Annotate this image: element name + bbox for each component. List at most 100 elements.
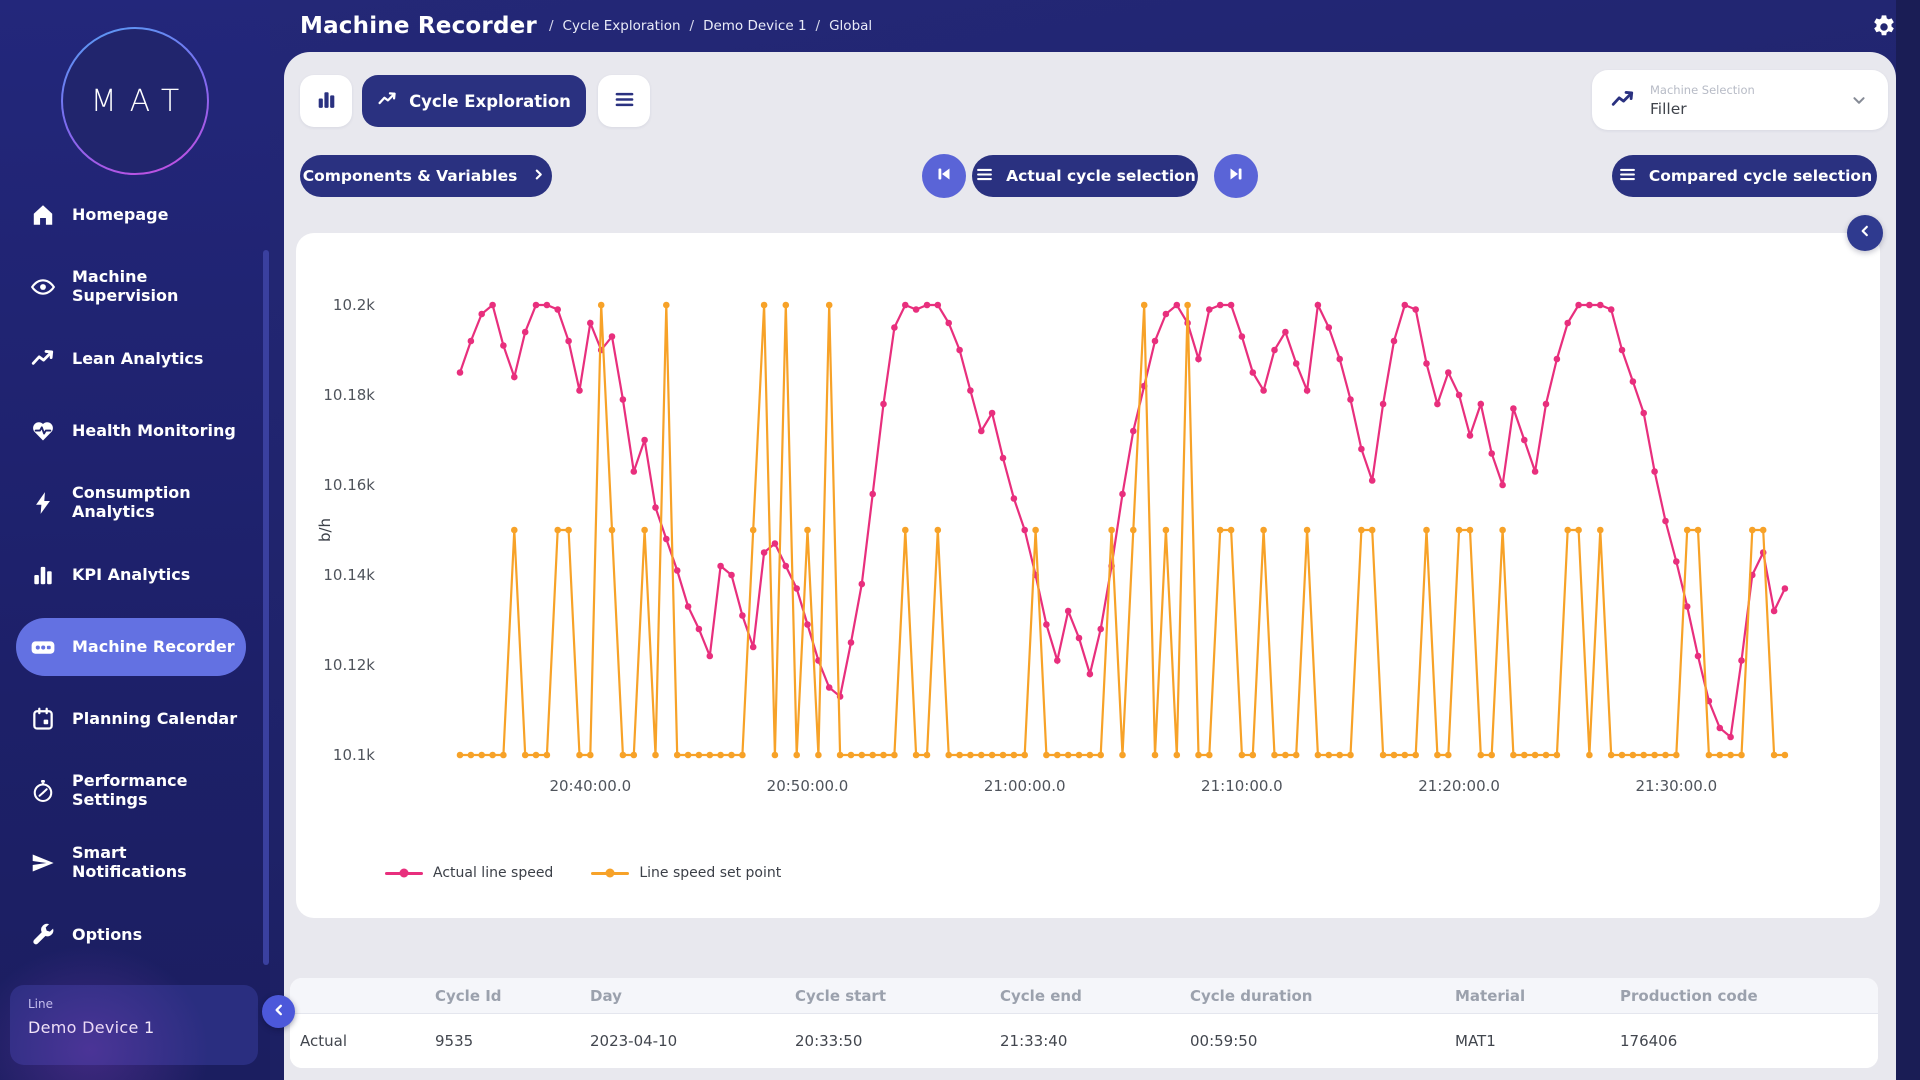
table-header-row: Cycle IdDayCycle startCycle endCycle dur… [290, 978, 1878, 1014]
cycle-line-chart: 10.2k10.18k10.16k10.14k10.12k10.1k20:40:… [316, 263, 1836, 843]
chevron-left-icon [269, 1000, 289, 1024]
sidebar-item-lean-analytics[interactable]: Lean Analytics [16, 323, 246, 395]
table-header-cell: Cycle duration [1190, 987, 1455, 1005]
table-header-cell: Production code [1620, 987, 1868, 1005]
header-bar: Machine Recorder / Cycle Exploration / D… [300, 0, 872, 52]
trend-line-icon [1610, 87, 1636, 113]
hamburger-icon [974, 164, 995, 189]
svg-text:21:30:00.0: 21:30:00.0 [1635, 777, 1717, 795]
heart-icon [30, 418, 56, 444]
trend-line-icon [377, 89, 398, 114]
breadcrumb-item[interactable]: Cycle Exploration [563, 18, 681, 34]
stopwatch-icon [30, 778, 56, 804]
sidebar-item-machine-supervision[interactable]: Machine Supervision [16, 251, 246, 323]
actual-cycle-selection-label: Actual cycle selection [1006, 167, 1196, 185]
cycle-table: Cycle IdDayCycle startCycle endCycle dur… [290, 978, 1878, 1068]
chevron-left-icon [1855, 221, 1875, 245]
chart-panel: 10.2k10.18k10.16k10.14k10.12k10.1k20:40:… [296, 233, 1880, 918]
cycle-exploration-label: Cycle Exploration [409, 92, 571, 111]
skip-next-icon [1224, 162, 1248, 190]
chart-legend: Actual line speed Line speed set point [385, 865, 781, 881]
sidebar-item-health-monitoring[interactable]: Health Monitoring [16, 395, 246, 467]
sidebar-item-options[interactable]: Options [16, 899, 246, 971]
app-logo: MAT [61, 27, 209, 175]
calendar-icon [30, 706, 56, 732]
sidebar-item-machine-recorder[interactable]: Machine Recorder [16, 618, 246, 676]
settings-gear-icon[interactable] [1870, 13, 1898, 41]
hamburger-icon [1617, 164, 1638, 189]
wrench-icon [30, 922, 56, 948]
components-variables-button[interactable]: Components & Variables [300, 155, 552, 197]
cycle-exploration-tab[interactable]: Cycle Exploration [362, 75, 586, 127]
table-header-cell: Cycle end [1000, 987, 1190, 1005]
line-panel[interactable]: Line Demo Device 1 [10, 985, 258, 1065]
components-variables-label: Components & Variables [303, 167, 518, 185]
svg-text:10.16k: 10.16k [323, 476, 375, 494]
machine-selection-select[interactable]: Machine Selection Filler [1592, 70, 1888, 130]
next-cycle-button[interactable] [1214, 154, 1258, 198]
sidebar-item-performance-settings[interactable]: Performance Settings [16, 755, 246, 827]
sidebar-item-kpi-analytics[interactable]: KPI Analytics [16, 539, 246, 611]
legend-swatch [591, 872, 629, 875]
send-icon [30, 850, 56, 876]
breadcrumb-separator: / [549, 18, 554, 34]
chart-collapse-button[interactable] [1847, 215, 1883, 251]
series-line-speed-set-point [460, 305, 1785, 755]
bar-chart-view-button[interactable] [300, 75, 352, 127]
svg-text:b/h: b/h [316, 518, 334, 542]
sidebar-collapse-button[interactable] [262, 995, 295, 1028]
table-row-label: Actual [300, 1032, 435, 1050]
svg-text:20:50:00.0: 20:50:00.0 [767, 777, 849, 795]
breadcrumb: / Cycle Exploration / Demo Device 1 / Gl… [549, 18, 872, 34]
table-cell: 9535 [435, 1032, 590, 1050]
machine-selection-value: Filler [1650, 100, 1755, 118]
sidebar: MAT HomepageMachine SupervisionLean Anal… [0, 0, 270, 1080]
table-cell: 176406 [1620, 1032, 1868, 1050]
svg-text:21:20:00.0: 21:20:00.0 [1418, 777, 1500, 795]
table-cell: MAT1 [1455, 1032, 1620, 1050]
compared-cycle-selection-button[interactable]: Compared cycle selection [1612, 155, 1877, 197]
machine-selection-texts: Machine Selection Filler [1650, 83, 1755, 118]
sidebar-scrollbar[interactable] [263, 250, 269, 965]
svg-text:10.14k: 10.14k [323, 566, 375, 584]
sidebar-item-consumption-analytics[interactable]: Consumption Analytics [16, 467, 246, 539]
previous-cycle-button[interactable] [922, 154, 966, 198]
svg-text:20:40:00.0: 20:40:00.0 [549, 777, 631, 795]
line-panel-value: Demo Device 1 [28, 1018, 240, 1037]
breadcrumb-item[interactable]: Global [829, 18, 872, 34]
view-menu-button[interactable] [598, 75, 650, 127]
hamburger-icon [612, 87, 637, 116]
table-cell: 00:59:50 [1190, 1032, 1455, 1050]
svg-text:10.12k: 10.12k [323, 656, 375, 674]
line-panel-label: Line [28, 997, 240, 1011]
sidebar-item-homepage[interactable]: Homepage [16, 179, 246, 251]
trend-icon [30, 346, 56, 372]
recorder-icon [30, 634, 56, 660]
chevron-right-icon [528, 164, 549, 189]
breadcrumb-separator: / [816, 18, 821, 34]
legend-swatch [385, 872, 423, 875]
table-cell: 21:33:40 [1000, 1032, 1190, 1050]
sidebar-item-smart-notifications[interactable]: Smart Notifications [16, 827, 246, 899]
legend-item-actual-line-speed[interactable]: Actual line speed [385, 865, 553, 881]
table-header-cell: Cycle Id [435, 987, 590, 1005]
sidebar-nav: HomepageMachine SupervisionLean Analytic… [0, 179, 270, 971]
table-cell: 2023-04-10 [590, 1032, 795, 1050]
sidebar-item-planning-calendar[interactable]: Planning Calendar [16, 683, 246, 755]
bolt-icon [30, 490, 56, 516]
breadcrumb-item[interactable]: Demo Device 1 [703, 18, 806, 34]
table-header-cell: Day [590, 987, 795, 1005]
svg-text:10.2k: 10.2k [333, 296, 375, 314]
table-cell: 20:33:50 [795, 1032, 1000, 1050]
table-row[interactable]: Actual95352023-04-1020:33:5021:33:4000:5… [290, 1014, 1878, 1068]
table-header-cell: Material [1455, 987, 1620, 1005]
app-logo-inner: MAT [63, 29, 207, 173]
legend-item-line-speed-set-point[interactable]: Line speed set point [591, 865, 781, 881]
skip-previous-icon [932, 162, 956, 190]
eye-icon [30, 274, 56, 300]
machine-selection-label: Machine Selection [1650, 83, 1755, 97]
svg-text:10.18k: 10.18k [323, 386, 375, 404]
svg-text:21:10:00.0: 21:10:00.0 [1201, 777, 1283, 795]
actual-cycle-selection-button[interactable]: Actual cycle selection [972, 155, 1198, 197]
breadcrumb-separator: / [690, 18, 695, 34]
